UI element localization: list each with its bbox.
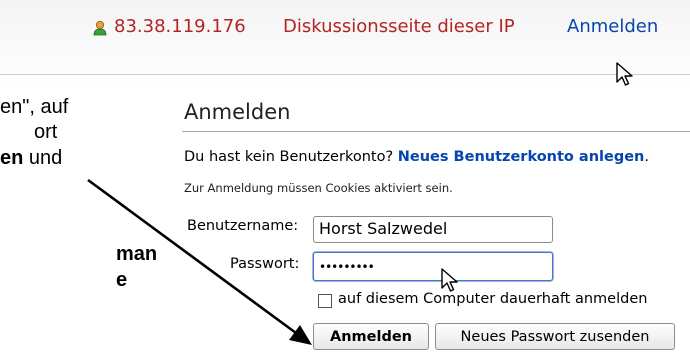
- ip-talk-page-link[interactable]: Diskussionsseite dieser IP: [283, 16, 515, 37]
- remember-label[interactable]: auf diesem Computer dauerhaft anmelden: [338, 291, 647, 307]
- instruction-line: man: [116, 243, 158, 265]
- mouse-cursor-icon: [616, 62, 633, 86]
- send-new-password-button[interactable]: Neues Passwort zusenden: [435, 323, 675, 350]
- title-divider: [182, 131, 690, 132]
- instruction-line: en", auf: [0, 96, 69, 118]
- personal-toolbar: [0, 0, 690, 90]
- cookies-note: Zur Anmeldung müssen Cookies aktiviert s…: [184, 181, 453, 195]
- instruction-line: ort: [34, 121, 58, 143]
- instruction-line: e: [116, 269, 128, 291]
- login-button[interactable]: Anmelden: [313, 323, 429, 350]
- username-input[interactable]: Horst Salzwedel: [313, 216, 553, 243]
- instruction-bold: en: [0, 147, 24, 169]
- page-title: Anmelden: [184, 100, 291, 124]
- create-account-link[interactable]: Neues Benutzerkonto anlegen: [398, 149, 645, 165]
- username-label: Benutzername:: [187, 218, 299, 234]
- remember-checkbox[interactable]: [318, 294, 332, 308]
- password-input[interactable]: •••••••••: [313, 252, 553, 281]
- create-account-suffix: .: [644, 149, 649, 165]
- arrow-head: [289, 325, 312, 345]
- login-link[interactable]: Anmelden: [567, 16, 658, 37]
- user-icon: [93, 21, 107, 36]
- no-account-notice: Du hast kein Benutzerkonto? Neues Benutz…: [184, 149, 649, 165]
- ip-address-link[interactable]: 83.38.119.176: [114, 16, 246, 37]
- instruction-line: en und: [0, 147, 62, 170]
- instruction-text-span: und: [23, 147, 63, 169]
- no-account-text: Du hast kein Benutzerkonto?: [184, 149, 394, 165]
- password-label: Passwort:: [230, 256, 300, 272]
- toolbar-divider: [0, 74, 690, 75]
